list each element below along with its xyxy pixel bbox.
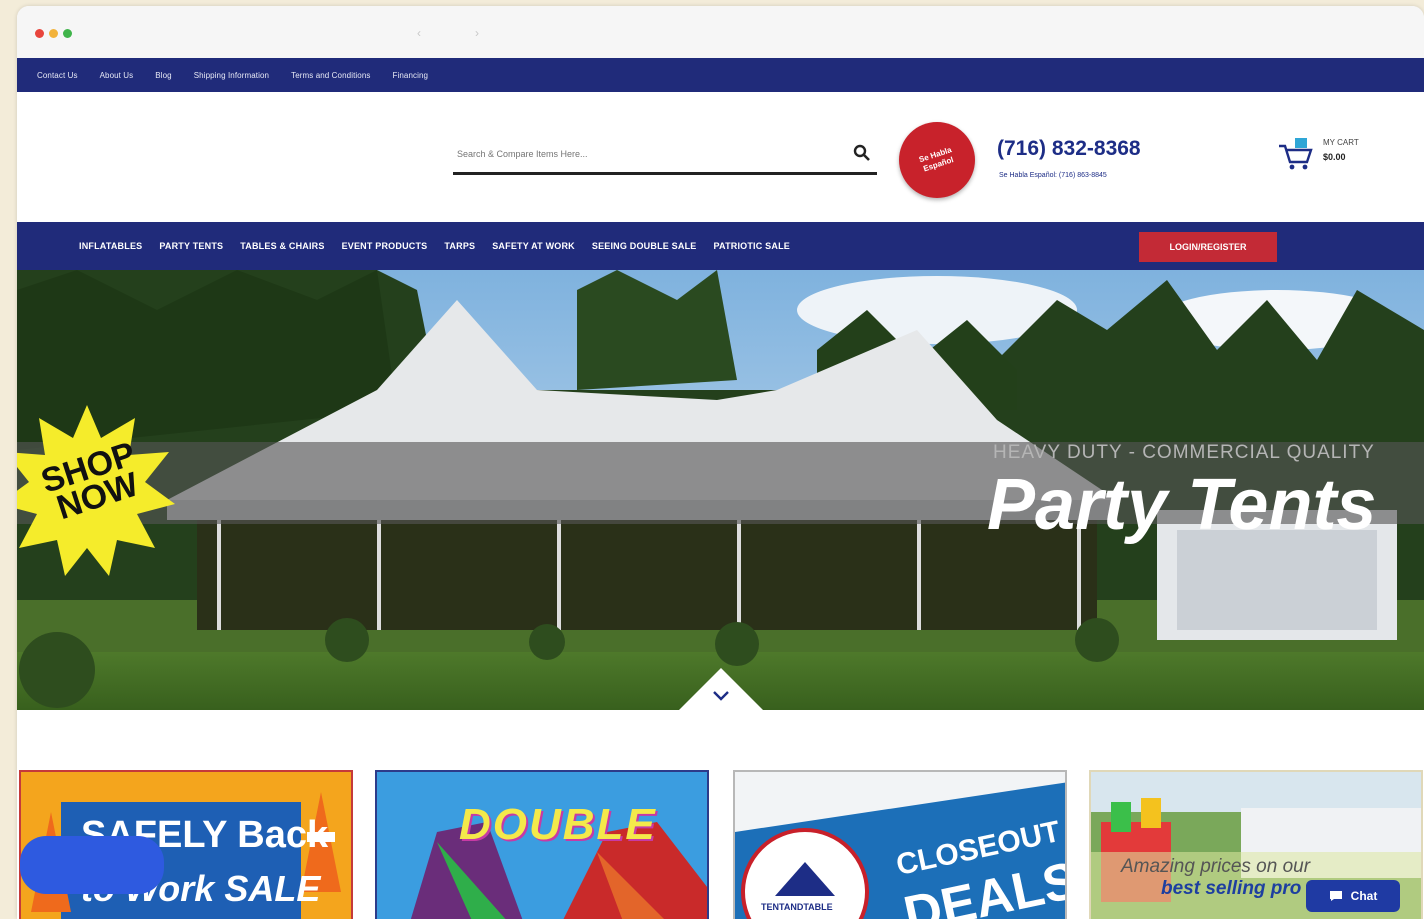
login-register-button[interactable]: LOGIN/REGISTER xyxy=(1139,232,1277,262)
best-sellers-line1: Amazing prices on our xyxy=(1121,856,1311,877)
forward-icon[interactable]: › xyxy=(475,26,485,40)
promo-card-closeout[interactable]: TENTANDTABLE CLOSEOUT DEALS xyxy=(733,770,1067,919)
topbar-link-blog[interactable]: Blog xyxy=(155,71,171,80)
chat-label: Chat xyxy=(1350,889,1378,903)
spanish-badge: Se Habla Español xyxy=(899,122,975,198)
nav-item-tarps[interactable]: TARPS xyxy=(444,241,475,251)
chat-bubble-icon xyxy=(1329,891,1342,901)
cart-button[interactable]: MY CART $0.00 xyxy=(1275,134,1424,174)
promo-cards: SAFELY Back to Work SALE DOUBLE TENTANDT… xyxy=(17,766,1424,919)
nav-item-patriotic-sale[interactable]: PATRIOTIC SALE xyxy=(714,241,790,251)
hero-banner[interactable]: HEAVY DUTY - COMMERCIAL QUALITY Party Te… xyxy=(17,270,1424,710)
nav-item-inflatables[interactable]: INFLATABLES xyxy=(79,241,142,251)
nav-item-party-tents[interactable]: PARTY TENTS xyxy=(159,241,223,251)
utility-bar: Contact Us About Us Blog Shipping Inform… xyxy=(17,58,1424,92)
nav-item-tables-chairs[interactable]: TABLES & CHAIRS xyxy=(240,241,324,251)
site-header: Se Habla Español (716) 832-8368 Se Habla… xyxy=(17,92,1424,224)
topbar-link-financing[interactable]: Financing xyxy=(392,71,428,80)
chat-button[interactable]: Chat xyxy=(1306,880,1400,912)
nav-item-safety-at-work[interactable]: SAFETY AT WORK xyxy=(492,241,575,251)
phone-number[interactable]: (716) 832-8368 xyxy=(997,137,1141,161)
maximize-window-dot[interactable] xyxy=(63,29,72,38)
overlay-blob xyxy=(20,836,164,894)
badge-text: Se Habla Español xyxy=(917,145,955,174)
tentandtable-logo: TENTANDTABLE xyxy=(761,902,833,912)
nav-item-event-products[interactable]: EVENT PRODUCTS xyxy=(342,241,428,251)
browser-window: ‹ › Contact Us About Us Blog Shipping In… xyxy=(17,6,1424,919)
search-input[interactable] xyxy=(455,142,839,166)
hero-title: Party Tents xyxy=(987,465,1377,545)
topbar-link-shipping[interactable]: Shipping Information xyxy=(194,71,269,80)
cart-icon xyxy=(1279,138,1313,170)
topbar-link-about[interactable]: About Us xyxy=(100,71,134,80)
close-window-dot[interactable] xyxy=(35,29,44,38)
promo-card-double[interactable]: DOUBLE xyxy=(375,770,709,919)
best-sellers-line2: best selling pro xyxy=(1161,878,1302,899)
nav-item-seeing-double-sale[interactable]: SEEING DOUBLE SALE xyxy=(592,241,697,251)
hero-subtitle: HEAVY DUTY - COMMERCIAL QUALITY xyxy=(993,442,1375,463)
cart-label: MY CART xyxy=(1323,138,1359,147)
title-bar: ‹ › xyxy=(17,6,1424,58)
search-icon[interactable] xyxy=(853,144,871,162)
minimize-window-dot[interactable] xyxy=(49,29,58,38)
topbar-link-contact[interactable]: Contact Us xyxy=(37,71,78,80)
topbar-link-terms[interactable]: Terms and Conditions xyxy=(291,71,370,80)
search-bar xyxy=(453,136,877,175)
cart-total: $0.00 xyxy=(1323,152,1346,162)
back-icon[interactable]: ‹ xyxy=(417,26,427,40)
main-nav: INFLATABLES PARTY TENTS TABLES & CHAIRS … xyxy=(17,222,1424,270)
double-title: DOUBLE xyxy=(459,800,657,849)
phone-subtext: Se Habla Español: (716) 863-8845 xyxy=(999,172,1107,179)
scroll-down-tab[interactable] xyxy=(679,668,763,710)
